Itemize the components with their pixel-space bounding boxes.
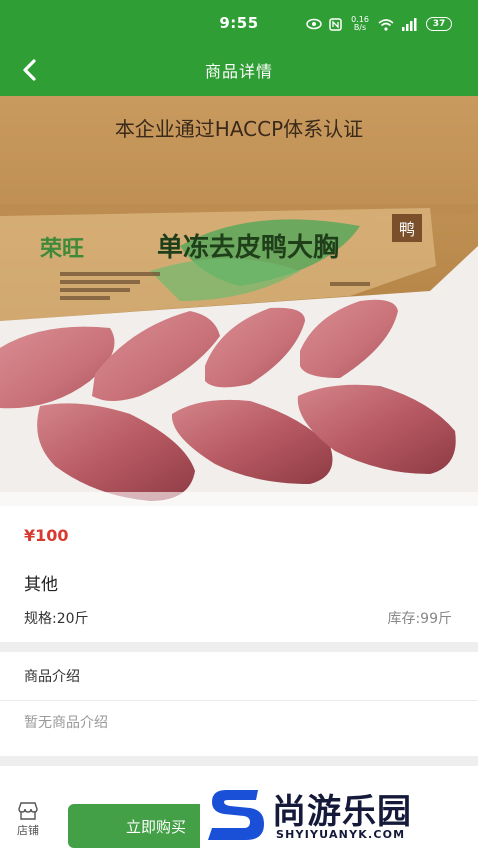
product-intro: 商品介绍 暂无商品介绍	[0, 652, 478, 756]
store-icon	[18, 802, 38, 820]
watermark-text: 尚游乐园	[272, 792, 412, 832]
store-label: 店铺	[17, 824, 39, 837]
page-title: 商品详情	[204, 62, 273, 81]
product-spec: 规格:20斤	[24, 611, 89, 627]
status-icons: 0.16 B/s 37	[306, 15, 452, 33]
status-bar: 9:55 0.16 B/s 37	[0, 0, 478, 46]
box-brand-text: 荣旺	[39, 236, 84, 262]
product-image[interactable]: 鸭 本企业通过HACCP体系认证 荣旺 单冻去皮鸭大胸	[0, 96, 478, 506]
svg-text:S: S	[237, 821, 238, 823]
intro-divider	[0, 700, 478, 701]
store-button[interactable]: 店铺	[8, 802, 48, 846]
navbar: 商品详情	[0, 46, 478, 94]
nfc-icon	[329, 17, 342, 31]
product-photo: 鸭 本企业通过HACCP体系认证 荣旺 单冻去皮鸭大胸	[0, 96, 478, 506]
eye-icon	[306, 18, 322, 30]
box-banner-text: 本企业通过HACCP体系认证	[115, 117, 363, 141]
wifi-icon	[378, 18, 394, 31]
watermark-url: SHYIYUANYK.COM	[276, 828, 406, 841]
product-stock: 库存:99斤	[387, 611, 452, 627]
product-info: ¥100 其他 规格:20斤 库存:99斤	[0, 506, 478, 642]
app-header: 9:55 0.16 B/s 37 商品详情	[0, 0, 478, 96]
watermark-logo: S	[208, 790, 264, 840]
product-price: ¥100	[24, 526, 69, 545]
signal-icon	[401, 17, 419, 31]
watermark: S 尚游乐园 SHYIYUANYK.COM	[200, 778, 478, 850]
intro-text: 暂无商品介绍	[24, 715, 108, 731]
intro-title: 商品介绍	[24, 669, 80, 685]
battery-icon: 37	[426, 17, 452, 31]
product-name: 其他	[24, 575, 58, 595]
box-tag: 鸭	[399, 220, 415, 239]
speed-icon: 0.16 B/s	[351, 15, 369, 32]
box-product-text: 单冻去皮鸭大胸	[157, 232, 339, 263]
